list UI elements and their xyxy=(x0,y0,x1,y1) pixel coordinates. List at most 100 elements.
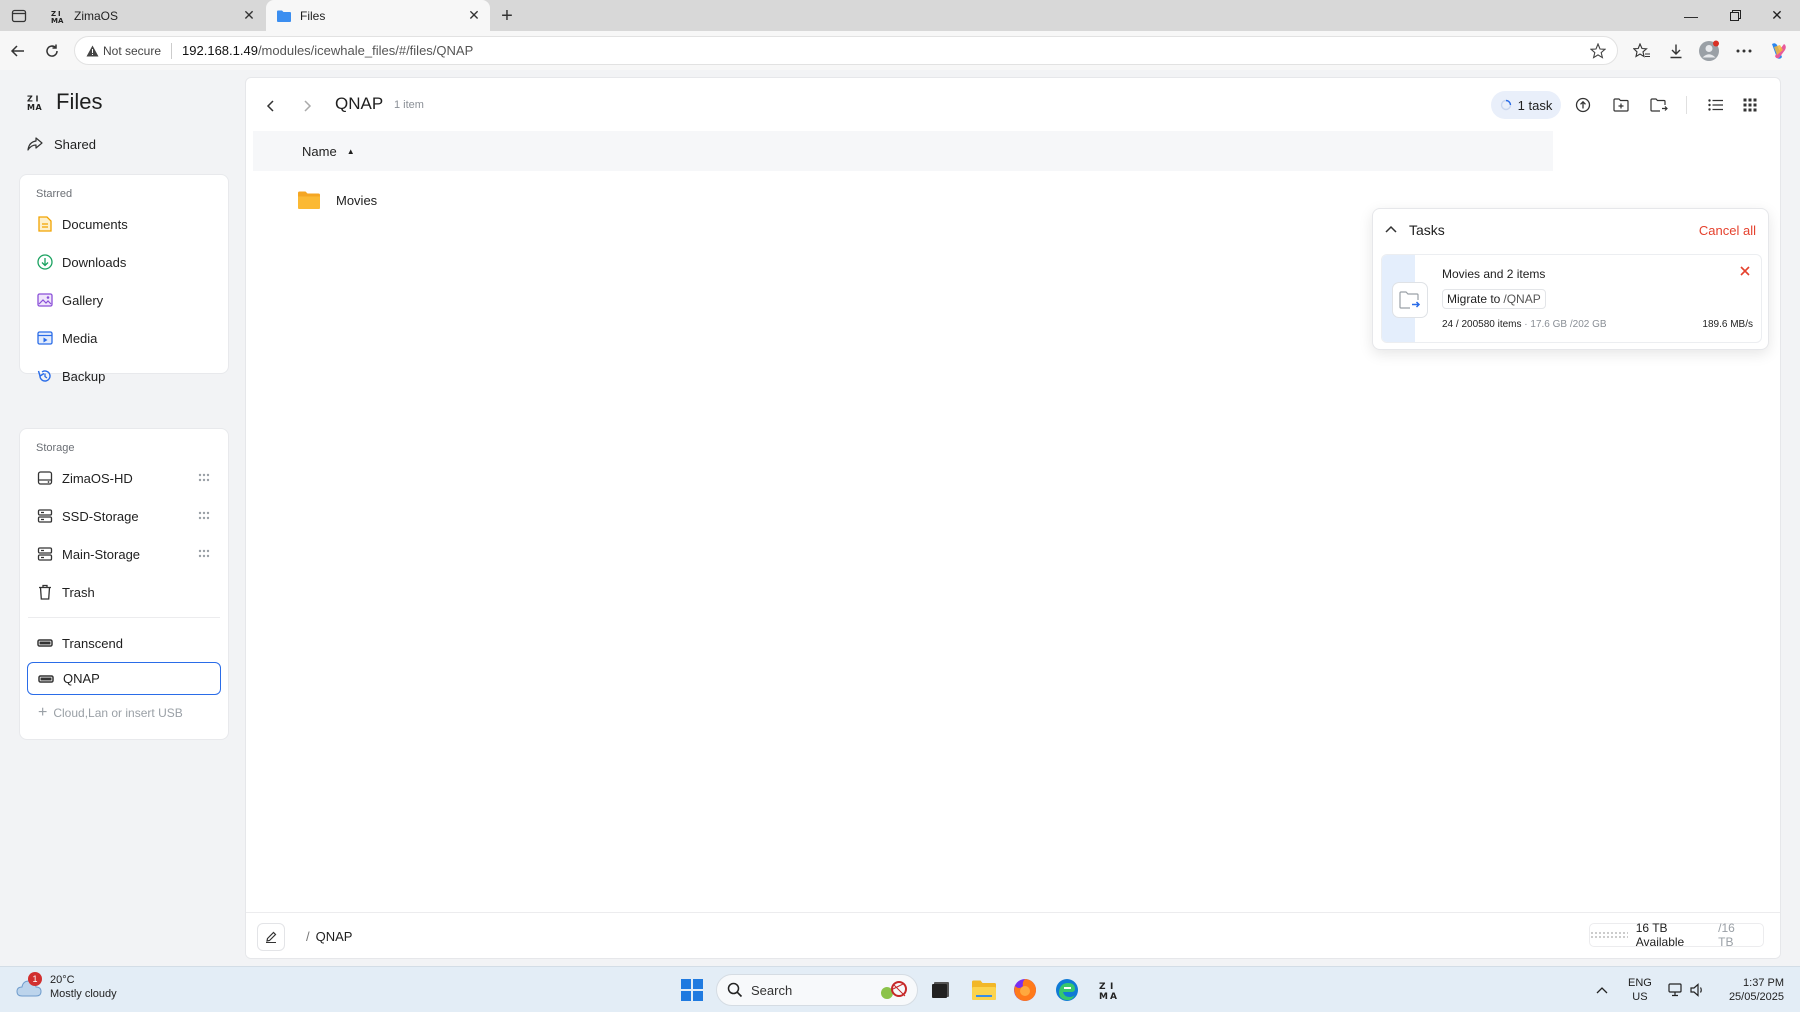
address-bar[interactable]: Not secure 192.168.1.49/modules/icewhale… xyxy=(74,36,1618,65)
files-app: ZIMA Files Shared Starred Documents Down… xyxy=(0,70,1800,966)
spinner-icon xyxy=(1500,99,1511,111)
task-verb: Migrate to xyxy=(1447,292,1501,306)
cancel-all-button[interactable]: Cancel all xyxy=(1699,223,1756,238)
minimize-icon[interactable]: — xyxy=(1668,0,1714,31)
security-label[interactable]: Not secure xyxy=(103,44,161,58)
folder-icon xyxy=(298,191,320,209)
grid-view-icon[interactable] xyxy=(1738,93,1762,117)
sidebar-item-qnap[interactable]: QNAP xyxy=(27,662,221,695)
forward-arrow-icon[interactable] xyxy=(295,94,319,118)
firefox-icon[interactable] xyxy=(1011,974,1039,1006)
sidebar-item-trash[interactable]: Trash xyxy=(20,573,228,611)
sidebar-header: ZIMA Files xyxy=(26,86,102,118)
sidebar-item-media[interactable]: Media xyxy=(20,319,228,357)
weather-description: Mostly cloudy xyxy=(50,988,117,1000)
server-icon xyxy=(36,545,54,563)
trash-icon xyxy=(36,583,54,601)
sidebar-item-ssd-storage[interactable]: SSD-Storage xyxy=(20,497,228,535)
svg-text:A: A xyxy=(58,17,64,23)
sidebar-item-gallery[interactable]: Gallery xyxy=(20,281,228,319)
close-tab-icon[interactable]: ✕ xyxy=(239,6,259,26)
tasks-button[interactable]: 1 task xyxy=(1491,91,1561,119)
file-explorer-icon[interactable] xyxy=(970,974,998,1006)
file-name: Movies xyxy=(336,192,378,208)
add-location-label: Cloud,Lan or insert USB xyxy=(53,706,183,720)
url-text[interactable]: 192.168.1.49/modules/icewhale_files/#/fi… xyxy=(182,43,473,58)
table-row[interactable]: Movies xyxy=(253,180,1553,220)
downloads-icon[interactable] xyxy=(1662,37,1690,65)
usb-drive-icon xyxy=(37,670,55,688)
weather-widget[interactable]: 1 20°C Mostly cloudy xyxy=(16,972,117,1001)
profile-avatar[interactable] xyxy=(1695,37,1723,65)
search-highlight-icon xyxy=(881,981,907,999)
volume-icon[interactable] xyxy=(1690,967,1706,1012)
network-icon[interactable] xyxy=(1668,967,1684,1012)
item-count: 1 item xyxy=(394,99,424,111)
sidebar-item-shared[interactable]: Shared xyxy=(26,132,96,156)
cancel-task-icon[interactable] xyxy=(1738,264,1752,278)
tab-title: Files xyxy=(300,8,326,23)
sidebar-item-zimaos-hd[interactable]: ZimaOS-HD xyxy=(20,459,228,497)
add-location-button[interactable]: + Cloud,Lan or insert USB xyxy=(20,695,228,731)
browser-tab-zimaos[interactable]: ZIMA ZimaOS ✕ xyxy=(40,0,265,31)
drag-handle-icon[interactable] xyxy=(198,549,210,559)
sidebar-item-downloads[interactable]: Downloads xyxy=(20,243,228,281)
restore-icon[interactable] xyxy=(1712,0,1758,31)
upload-icon[interactable] xyxy=(1571,93,1595,117)
zimaos-app-icon[interactable]: ZIMA xyxy=(1095,974,1123,1006)
svg-text:M: M xyxy=(1099,992,1108,1000)
drag-handle-icon[interactable] xyxy=(198,473,210,483)
size-progress: · 17.6 GB /202 GB xyxy=(1524,319,1607,330)
sidebar-item-transcend[interactable]: Transcend xyxy=(20,624,228,662)
favorites-icon[interactable] xyxy=(1628,37,1656,65)
sidebar-item-label: Documents xyxy=(62,216,128,232)
backup-icon xyxy=(36,367,54,385)
sidebar-item-label: Gallery xyxy=(62,292,104,308)
breadcrumb[interactable]: / QNAP xyxy=(306,929,352,944)
favorite-star-icon[interactable] xyxy=(1589,42,1607,60)
search-placeholder: Search xyxy=(751,982,793,998)
new-tab-icon[interactable]: + xyxy=(495,4,519,28)
column-label: Name xyxy=(302,143,337,159)
sort-ascending-icon[interactable]: ▲ xyxy=(347,147,355,156)
sidebar-item-backup[interactable]: Backup xyxy=(20,357,228,395)
language-indicator[interactable]: ENG US xyxy=(1628,967,1652,1012)
close-window-icon[interactable]: ✕ xyxy=(1754,0,1800,31)
edit-path-button[interactable] xyxy=(257,923,285,951)
sidebar-item-label: ZimaOS-HD xyxy=(62,470,133,486)
move-to-folder-icon[interactable] xyxy=(1647,93,1671,117)
sidebar-item-main-storage[interactable]: Main-Storage xyxy=(20,535,228,573)
warning-icon[interactable] xyxy=(85,44,99,58)
capacity-total: /16 TB xyxy=(1718,921,1735,949)
start-button[interactable] xyxy=(678,974,706,1006)
notification-badge: 1 xyxy=(28,972,42,986)
drag-handle-icon[interactable] xyxy=(198,511,210,521)
browser-tab-files[interactable]: Files ✕ xyxy=(266,0,490,31)
capacity-available: 16 TB Available xyxy=(1635,921,1685,949)
sidebar-item-label: Main-Storage xyxy=(62,546,141,562)
server-icon xyxy=(36,507,54,525)
taskbar-search[interactable]: Search xyxy=(716,974,918,1006)
close-tab-icon[interactable]: ✕ xyxy=(464,6,484,26)
reload-icon[interactable] xyxy=(38,37,66,65)
back-arrow-icon[interactable] xyxy=(259,94,283,118)
task-view-icon[interactable] xyxy=(928,974,954,1006)
back-icon[interactable] xyxy=(4,37,32,65)
zimaos-favicon-icon: ZIMA xyxy=(50,8,66,24)
sidebar-item-documents[interactable]: Documents xyxy=(20,205,228,243)
clock[interactable]: 1:37 PM 25/05/2025 xyxy=(1722,967,1784,1012)
edge-icon[interactable] xyxy=(1052,974,1082,1006)
new-folder-icon[interactable] xyxy=(1609,93,1633,117)
clock-date: 25/05/2025 xyxy=(1728,991,1784,1003)
list-view-icon[interactable] xyxy=(1704,93,1728,117)
collapse-chevron-icon[interactable] xyxy=(1384,222,1398,236)
copilot-icon[interactable] xyxy=(1764,37,1792,65)
show-hidden-icons[interactable] xyxy=(1596,967,1608,1012)
tab-actions-icon[interactable] xyxy=(8,5,30,27)
folder-favicon-icon xyxy=(276,8,292,24)
storage-section: Storage ZimaOS-HD SSD-Storage Main-Stora… xyxy=(19,428,229,740)
more-options-icon[interactable] xyxy=(1730,37,1758,65)
tab-title: ZimaOS xyxy=(74,8,119,23)
name-column-header[interactable]: Name ▲ xyxy=(253,131,1553,171)
task-action: Migrate to /QNAP xyxy=(1442,289,1546,309)
